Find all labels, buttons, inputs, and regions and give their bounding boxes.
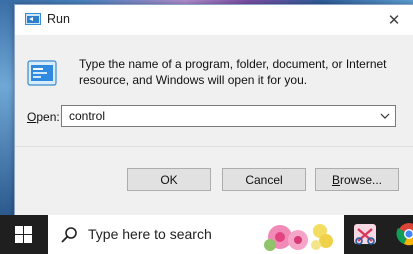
open-label: Open: (27, 110, 60, 124)
chrome-icon[interactable] (394, 219, 413, 249)
start-button[interactable] (0, 215, 46, 254)
run-dialog: Run ✕ Type the name of a program, folder… (14, 4, 413, 217)
open-input[interactable]: control (69, 109, 105, 123)
run-app-icon (25, 13, 41, 25)
windows-logo-icon (14, 226, 32, 243)
chevron-down-icon[interactable] (379, 110, 391, 122)
browse-accesskey: B (331, 172, 340, 187)
open-label-accesskey: O (27, 110, 37, 124)
open-label-text: pen: (36, 110, 60, 124)
close-icon: ✕ (387, 11, 401, 29)
browse-label-text: rowse... (340, 172, 383, 187)
window-title: Run (47, 12, 70, 26)
search-highlight-flowers-icon (264, 224, 333, 251)
snipping-tool-icon[interactable] (350, 219, 380, 249)
open-combobox[interactable]: control (61, 105, 396, 127)
search-placeholder: Type here to search (88, 226, 212, 242)
browse-button[interactable]: Browse... (315, 168, 399, 191)
taskbar: Type here to search (0, 215, 413, 254)
cancel-button[interactable]: Cancel (222, 168, 306, 191)
search-icon (61, 227, 77, 243)
close-button[interactable]: ✕ (374, 5, 413, 35)
title-bar[interactable]: Run ✕ (15, 5, 413, 35)
dialog-description: Type the name of a program, folder, docu… (79, 57, 387, 87)
run-program-icon (27, 60, 57, 86)
ok-button[interactable]: OK (127, 168, 211, 191)
desktop-wallpaper-left (0, 0, 14, 215)
